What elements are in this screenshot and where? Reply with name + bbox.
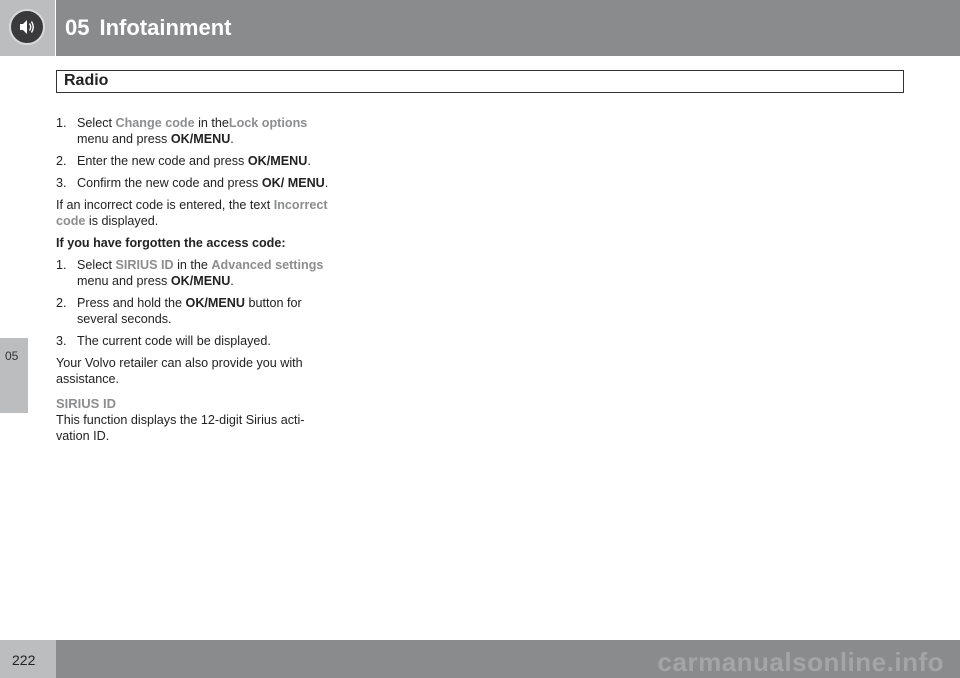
- list-item: 1. Select Change code in theLock options…: [56, 115, 336, 147]
- header-icon-box: [0, 0, 55, 56]
- incorrect-code-paragraph: If an incorrect code is entered, the tex…: [56, 197, 336, 229]
- chapter-name: Infotainment: [99, 15, 232, 40]
- sirius-id-heading: SIRIUS ID: [56, 396, 116, 411]
- watermark: carmanualsonline.info: [657, 647, 944, 677]
- step-text: Select: [77, 116, 116, 130]
- page-content: 1. Select Change code in theLock options…: [56, 115, 336, 450]
- step-number: 1.: [56, 116, 67, 130]
- button-name-text: OK/MENU: [170, 274, 231, 288]
- step-text: in the: [194, 116, 229, 130]
- step-text: Enter the new code and press: [77, 154, 248, 168]
- menu-option-text: Lock options: [228, 116, 308, 130]
- assistance-paragraph: Your Volvo retailer can also provide you…: [56, 356, 303, 386]
- chapter-title: 05 Infotainment: [65, 15, 231, 41]
- step-text: .: [230, 132, 234, 146]
- sirius-id-paragraph: This function displays the 12-digit Siri…: [56, 413, 305, 443]
- list-item: 2. Press and hold the OK/MENU button for…: [56, 295, 336, 327]
- button-name-text: OK/MENU: [170, 132, 231, 146]
- step-number: 3.: [56, 176, 67, 190]
- step-number: 2.: [56, 154, 67, 168]
- section-title: Radio: [64, 72, 109, 89]
- paragraph-text: is displayed.: [85, 214, 159, 228]
- button-name-text: OK/MENU: [185, 296, 246, 310]
- step-number: 2.: [56, 296, 67, 310]
- button-name-text: OK/ MENU: [261, 176, 325, 190]
- menu-option-text: SIRIUS ID: [115, 258, 174, 272]
- list-item: 3. Confirm the new code and press OK/ ME…: [56, 175, 336, 191]
- step-text: .: [230, 274, 234, 288]
- step-text: .: [324, 176, 329, 190]
- forgotten-code-heading: If you have forgotten the access code:: [56, 236, 286, 250]
- list-item: 2. Enter the new code and press OK/MENU.: [56, 153, 336, 169]
- step-number: 3.: [56, 334, 67, 348]
- step-number: 1.: [56, 258, 67, 272]
- step-text: Press and hold the: [77, 296, 186, 310]
- menu-option-text: Advanced settings: [211, 258, 324, 272]
- button-name-text: OK/MENU: [247, 154, 308, 168]
- page-number: 222: [12, 652, 36, 668]
- menu-option-text: Change code: [115, 116, 195, 130]
- step-text: in the: [173, 258, 212, 272]
- step-text: .: [307, 154, 311, 168]
- header-bar: 05 Infotainment: [56, 0, 960, 56]
- step-text: Confirm the new code and press: [77, 176, 262, 190]
- speaker-icon: [9, 9, 45, 45]
- section-header: Radio: [56, 70, 904, 93]
- step-text: Select: [77, 258, 116, 272]
- chapter-side-tab: 05: [0, 338, 28, 413]
- paragraph-text: If an incorrect code is entered, the tex…: [56, 198, 274, 212]
- step-text: menu and press: [77, 274, 171, 288]
- chapter-number: 05: [65, 15, 90, 40]
- footer-bar: carmanualsonline.info: [56, 640, 960, 678]
- side-tab-label: 05: [5, 349, 19, 363]
- step-text: The current code will be displayed.: [77, 334, 271, 348]
- footer-page-box: 222: [0, 640, 56, 678]
- step-text: menu and press: [77, 132, 171, 146]
- list-item: 3. The current code will be displayed.: [56, 333, 336, 349]
- list-item: 1. Select SIRIUS ID in the Advanced sett…: [56, 257, 336, 289]
